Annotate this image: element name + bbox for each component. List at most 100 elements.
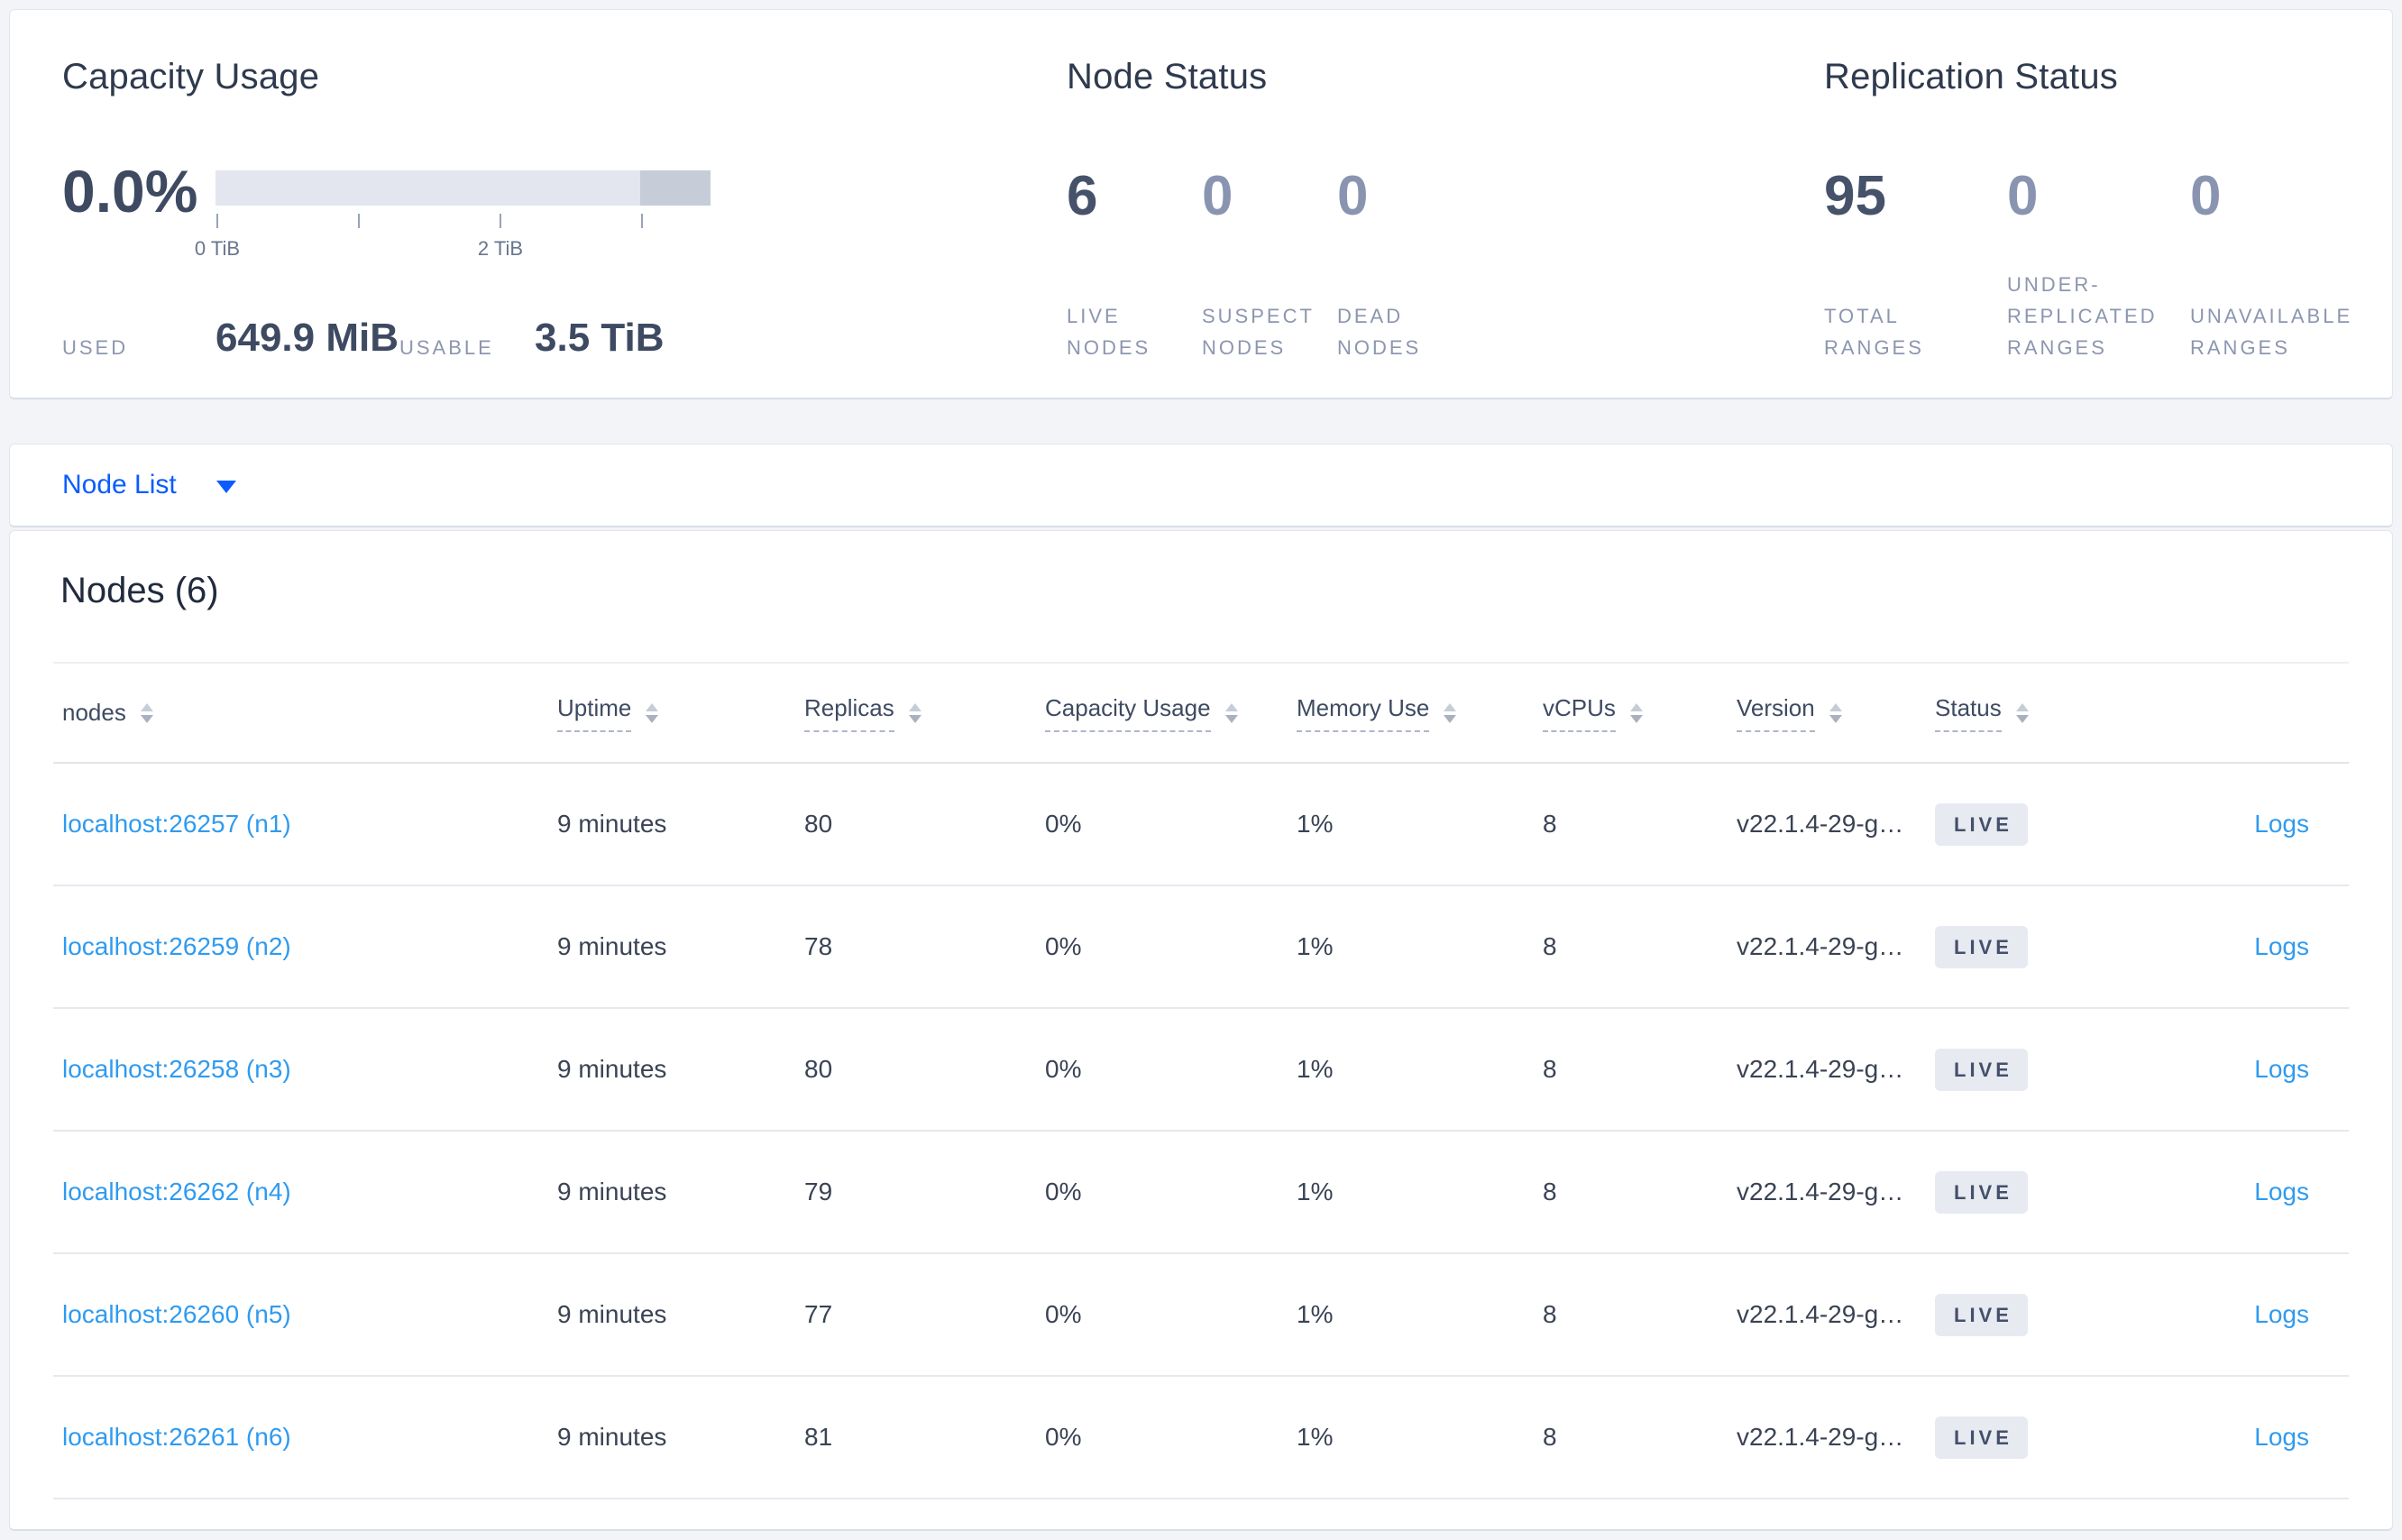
node-link[interactable]: localhost:26261 (n6) bbox=[62, 1423, 291, 1451]
gauge-tick-label: 0 TiB bbox=[194, 237, 241, 260]
node-status-title: Node Status bbox=[1067, 57, 1268, 96]
column-header-label: Capacity Usage bbox=[1045, 694, 1211, 732]
caret-down-icon bbox=[215, 481, 236, 493]
capacity-usage-cell: 0% bbox=[1045, 1423, 1082, 1451]
memory-use-cell: 1% bbox=[1297, 1423, 1334, 1451]
label-line: NODES bbox=[1202, 336, 1287, 359]
unavailable-ranges-label: UNAVAILABLE RANGES bbox=[2190, 300, 2352, 363]
sort-arrows-icon bbox=[1224, 702, 1238, 723]
label-line: REPLICATED bbox=[2007, 305, 2158, 327]
capacity-usage-cell: 0% bbox=[1045, 1178, 1082, 1205]
logs-link[interactable]: Logs bbox=[2254, 1300, 2309, 1328]
vcpus-cell: 8 bbox=[1543, 1055, 1557, 1083]
status-badge: LIVE bbox=[1935, 1170, 2028, 1214]
memory-use-cell: 1% bbox=[1297, 932, 1334, 960]
capacity-usage-cell: 0% bbox=[1045, 1300, 1082, 1328]
column-header-vcpus[interactable]: vCPUs bbox=[1534, 694, 1728, 732]
table-body: localhost:26257 (n1) 9 minutes 80 0% 1% … bbox=[53, 764, 2349, 1499]
suspect-nodes-count: 0 bbox=[1202, 165, 1233, 227]
label-line: NODES bbox=[1067, 336, 1151, 359]
uptime-cell: 9 minutes bbox=[557, 810, 667, 838]
version-cell: v22.1.4-29-g… bbox=[1737, 1423, 1904, 1451]
sort-arrows-icon bbox=[1829, 702, 1842, 723]
capacity-usage-cell: 0% bbox=[1045, 932, 1082, 960]
column-header-replicas[interactable]: Replicas bbox=[795, 694, 1036, 732]
replicas-cell: 77 bbox=[804, 1300, 833, 1328]
column-header-label: Uptime bbox=[557, 694, 632, 732]
node-link[interactable]: localhost:26257 (n1) bbox=[62, 810, 291, 838]
uptime-cell: 9 minutes bbox=[557, 1055, 667, 1083]
label-line: RANGES bbox=[1824, 336, 1924, 359]
column-header-label: Status bbox=[1935, 694, 2002, 732]
column-header-uptime[interactable]: Uptime bbox=[548, 694, 795, 732]
dead-nodes-label: DEAD NODES bbox=[1337, 300, 1421, 363]
uptime-cell: 9 minutes bbox=[557, 1300, 667, 1328]
sort-arrows-icon bbox=[140, 702, 153, 723]
table-row: localhost:26259 (n2) 9 minutes 78 0% 1% … bbox=[53, 886, 2349, 1009]
nodes-table-card: Nodes (6) nodes Uptime Replicas Capacity… bbox=[9, 530, 2393, 1531]
column-header-label: Replicas bbox=[804, 694, 894, 732]
dead-nodes-count: 0 bbox=[1337, 165, 1369, 227]
memory-use-cell: 1% bbox=[1297, 1300, 1334, 1328]
gauge-tick bbox=[358, 214, 360, 228]
uptime-cell: 9 minutes bbox=[557, 1423, 667, 1451]
label-line: SUSPECT bbox=[1202, 305, 1315, 327]
logs-link[interactable]: Logs bbox=[2254, 1178, 2309, 1205]
node-list-dropdown[interactable]: Node List bbox=[62, 445, 236, 526]
under-replicated-ranges-count: 0 bbox=[2007, 165, 2039, 227]
replicas-cell: 78 bbox=[804, 932, 833, 960]
replication-status-title: Replication Status bbox=[1824, 57, 2119, 96]
capacity-percent-value: 0.0% bbox=[62, 158, 198, 225]
status-badge: LIVE bbox=[1935, 1048, 2028, 1091]
column-header-label: Memory Use bbox=[1297, 694, 1430, 732]
status-badge: LIVE bbox=[1935, 1293, 2028, 1336]
label-line: TOTAL bbox=[1824, 305, 1900, 327]
version-cell: v22.1.4-29-g… bbox=[1737, 932, 1904, 960]
logs-link[interactable]: Logs bbox=[2254, 1423, 2309, 1451]
node-link[interactable]: localhost:26262 (n4) bbox=[62, 1178, 291, 1205]
replicas-cell: 80 bbox=[804, 810, 833, 838]
memory-use-cell: 1% bbox=[1297, 810, 1334, 838]
column-header-label: Version bbox=[1737, 694, 1815, 732]
sort-arrows-icon bbox=[908, 702, 921, 723]
version-cell: v22.1.4-29-g… bbox=[1737, 810, 1904, 838]
column-header-capacity-usage[interactable]: Capacity Usage bbox=[1036, 694, 1288, 732]
column-header-version[interactable]: Version bbox=[1728, 694, 1926, 732]
gauge-tick bbox=[500, 214, 501, 228]
label-line: UNAVAILABLE bbox=[2190, 305, 2353, 327]
live-nodes-label: LIVE NODES bbox=[1067, 300, 1151, 363]
label-line: RANGES bbox=[2007, 336, 2107, 359]
node-link[interactable]: localhost:26258 (n3) bbox=[62, 1055, 291, 1083]
column-header-label: vCPUs bbox=[1543, 694, 1616, 732]
replicas-cell: 79 bbox=[804, 1178, 833, 1205]
node-link[interactable]: localhost:26260 (n5) bbox=[62, 1300, 291, 1328]
memory-use-cell: 1% bbox=[1297, 1178, 1334, 1205]
total-ranges-label: TOTAL RANGES bbox=[1824, 300, 1924, 363]
logs-link[interactable]: Logs bbox=[2254, 932, 2309, 960]
sort-arrows-icon bbox=[1444, 702, 1457, 723]
node-list-dropdown-label: Node List bbox=[62, 470, 177, 500]
under-replicated-ranges-label: UNDER- REPLICATED RANGES bbox=[2007, 269, 2158, 363]
column-header-status[interactable]: Status bbox=[1926, 694, 2171, 732]
node-link[interactable]: localhost:26259 (n2) bbox=[62, 932, 291, 960]
vcpus-cell: 8 bbox=[1543, 1178, 1557, 1205]
table-row: localhost:26258 (n3) 9 minutes 80 0% 1% … bbox=[53, 1009, 2349, 1132]
label-line: RANGES bbox=[2190, 336, 2290, 359]
status-badge: LIVE bbox=[1935, 802, 2028, 846]
logs-link[interactable]: Logs bbox=[2254, 1055, 2309, 1083]
column-header-nodes[interactable]: nodes bbox=[53, 699, 548, 727]
table-row: localhost:26257 (n1) 9 minutes 80 0% 1% … bbox=[53, 764, 2349, 886]
version-cell: v22.1.4-29-g… bbox=[1737, 1178, 1904, 1205]
suspect-nodes-label: SUSPECT NODES bbox=[1202, 300, 1315, 363]
label-line: LIVE bbox=[1067, 305, 1121, 327]
logs-link[interactable]: Logs bbox=[2254, 810, 2309, 838]
status-badge: LIVE bbox=[1935, 925, 2028, 968]
capacity-gauge-reserved-segment bbox=[639, 170, 711, 206]
usable-value: 3.5 TiB bbox=[535, 316, 665, 360]
usable-label: USABLE bbox=[399, 336, 494, 359]
column-header-memory-use[interactable]: Memory Use bbox=[1288, 694, 1534, 732]
label-line: UNDER- bbox=[2007, 273, 2101, 296]
live-nodes-count: 6 bbox=[1067, 165, 1098, 227]
used-label: USED bbox=[62, 336, 129, 359]
capacity-usage-title: Capacity Usage bbox=[62, 57, 320, 96]
